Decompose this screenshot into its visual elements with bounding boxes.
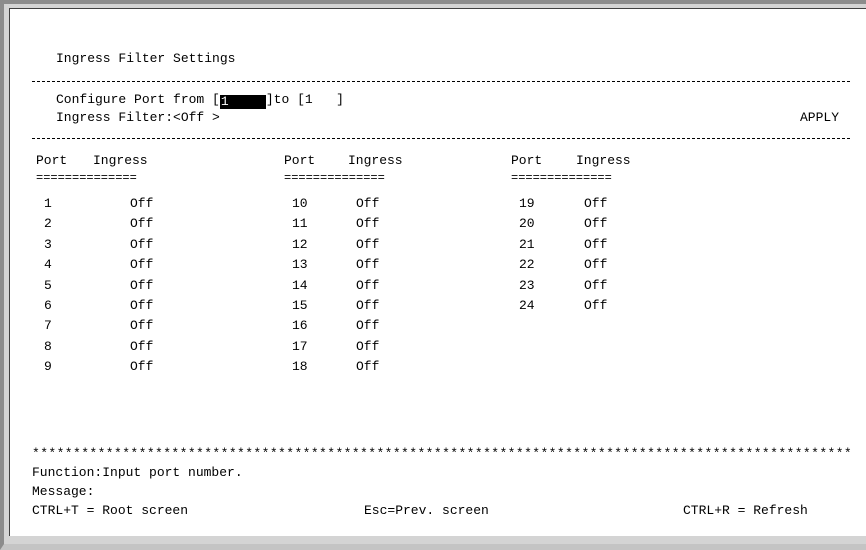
from-open-bracket: [ — [212, 92, 220, 107]
header-port-2: Port — [284, 153, 316, 168]
port-number: 22 — [519, 257, 535, 273]
port-number: 14 — [292, 277, 308, 293]
port-number: 3 — [44, 236, 52, 252]
port-number: 11 — [292, 216, 308, 232]
message-line: Message: — [32, 484, 95, 499]
console-screen: Ingress Filter Settings Configure Port f… — [9, 8, 866, 536]
header-ingress-1: Ingress — [93, 153, 148, 168]
port-number: 20 — [519, 216, 535, 232]
ingress-filter-label: Ingress Filter: — [56, 110, 174, 125]
ingress-status: Off — [584, 257, 608, 273]
configure-port-row: Configure Port from [1]to [1 ] — [56, 92, 344, 109]
to-port-input[interactable]: [1 ] — [297, 92, 344, 107]
top-divider — [32, 81, 850, 82]
port-number: 19 — [519, 196, 535, 211]
port-number: 23 — [519, 277, 535, 293]
to-label: to — [273, 92, 298, 107]
ingress-status: Off — [130, 216, 154, 232]
ingress-status: Off — [356, 257, 380, 273]
port-number: 7 — [44, 318, 52, 334]
configure-port-label: Configure Port from — [56, 92, 213, 107]
port-number: 24 — [519, 298, 535, 313]
header-underline-3: ============== — [511, 171, 612, 185]
ingress-status: Off — [356, 298, 380, 313]
ingress-status: Off — [130, 359, 154, 375]
port-number: 5 — [44, 277, 52, 293]
port-number: 18 — [292, 359, 308, 375]
ingress-status: Off — [584, 216, 608, 232]
from-close-bracket: ] — [265, 92, 274, 107]
port-number: 21 — [519, 236, 535, 252]
ingress-status: Off — [130, 236, 154, 252]
prev-screen-shortcut[interactable]: Esc=Prev. screen — [364, 503, 489, 519]
port-number: 15 — [292, 298, 308, 313]
star-separator: ****************************************… — [32, 447, 853, 461]
port-number: 10 — [292, 196, 308, 211]
port-number: 9 — [44, 359, 52, 375]
from-port-input[interactable]: 1 — [219, 95, 266, 109]
ingress-status: Off — [130, 257, 154, 273]
port-number: 1 — [44, 196, 52, 211]
port-number: 4 — [44, 257, 52, 273]
header-underline-1: ============== — [36, 171, 137, 185]
ingress-status: Off — [356, 338, 380, 354]
middle-divider — [32, 138, 850, 139]
refresh-shortcut[interactable]: CTRL+R = Refresh — [683, 503, 808, 519]
ingress-status: Off — [584, 277, 608, 293]
ingress-status: Off — [356, 359, 380, 375]
port-number: 13 — [292, 257, 308, 273]
root-screen-shortcut[interactable]: CTRL+T = Root screen — [32, 503, 188, 519]
port-number: 2 — [44, 216, 52, 232]
ingress-status: Off — [130, 318, 154, 334]
ingress-status: Off — [356, 236, 380, 252]
ingress-status: Off — [356, 277, 380, 293]
ingress-filter-row: Ingress Filter:<Off > — [56, 110, 220, 126]
header-port-1: Port — [36, 153, 68, 168]
apply-button[interactable]: APPLY — [800, 110, 839, 126]
ingress-status: Off — [130, 196, 154, 211]
header-ingress-2: Ingress — [348, 153, 403, 168]
function-line: Function:Input port number. — [32, 465, 243, 480]
ingress-status: Off — [130, 298, 154, 313]
ingress-status: Off — [356, 216, 380, 232]
port-number: 12 — [292, 236, 308, 252]
header-port-3: Port — [511, 153, 543, 168]
ingress-status: Off — [584, 298, 608, 313]
port-number: 6 — [44, 298, 52, 313]
port-number: 17 — [292, 338, 308, 354]
port-number: 16 — [292, 318, 308, 334]
ingress-status: Off — [130, 277, 154, 293]
page-title: Ingress Filter Settings — [56, 51, 236, 66]
ingress-status: Off — [130, 338, 154, 354]
port-number: 8 — [44, 338, 52, 354]
ingress-filter-select[interactable]: <Off > — [173, 110, 220, 125]
ingress-status: Off — [584, 196, 608, 211]
header-underline-2: ============== — [284, 171, 385, 185]
ingress-status: Off — [356, 196, 380, 211]
ingress-status: Off — [356, 318, 380, 334]
header-ingress-3: Ingress — [576, 153, 631, 168]
ingress-status: Off — [584, 236, 608, 252]
